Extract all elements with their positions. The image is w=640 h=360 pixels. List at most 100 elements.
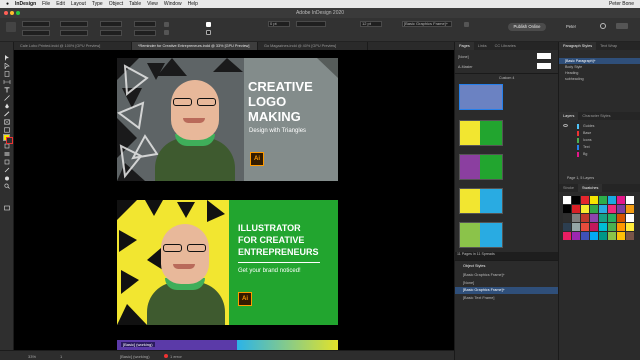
color-swatch[interactable] xyxy=(626,196,634,204)
color-swatch[interactable] xyxy=(563,196,571,204)
menu-object[interactable]: Object xyxy=(109,1,123,7)
none-master-label[interactable]: [None] xyxy=(458,55,469,59)
color-swatch[interactable] xyxy=(617,196,625,204)
color-swatch[interactable] xyxy=(617,205,625,213)
type-tool-icon[interactable] xyxy=(3,80,11,93)
zoom-level[interactable]: 33% xyxy=(28,354,36,359)
tab-character-styles[interactable]: Character Styles xyxy=(578,112,614,120)
menu-type[interactable]: Type xyxy=(92,1,103,7)
color-swatch[interactable] xyxy=(599,205,607,213)
apple-menu-icon[interactable]: ● xyxy=(6,1,9,7)
menu-file[interactable]: File xyxy=(42,1,50,7)
color-swatch[interactable] xyxy=(581,214,589,222)
color-swatch[interactable] xyxy=(617,214,625,222)
zoom-window-button[interactable] xyxy=(16,11,20,15)
color-swatch[interactable] xyxy=(626,232,634,240)
color-swatch[interactable] xyxy=(599,214,607,222)
menu-help[interactable]: Help xyxy=(188,1,198,7)
publish-online-button[interactable]: Publish Online xyxy=(508,23,546,31)
color-swatch[interactable] xyxy=(581,223,589,231)
layer-bg[interactable]: Bg xyxy=(583,152,587,156)
gradient-tool-icon[interactable] xyxy=(3,144,11,156)
tab-stroke[interactable]: Stroke xyxy=(559,184,578,192)
a-master-label[interactable]: A-Master xyxy=(458,65,473,69)
color-swatch[interactable] xyxy=(581,196,589,204)
tab-text-wrap[interactable]: Text Wrap xyxy=(596,42,621,50)
color-swatch[interactable] xyxy=(608,205,616,213)
stroke-color-swatch[interactable] xyxy=(6,137,13,144)
menu-table[interactable]: Table xyxy=(129,1,141,7)
color-swatch[interactable] xyxy=(563,223,571,231)
y-position-field[interactable] xyxy=(22,30,50,36)
paragraph-style-subheading[interactable]: subheading xyxy=(565,77,584,81)
color-swatch[interactable] xyxy=(590,205,598,213)
color-swatch[interactable] xyxy=(590,223,598,231)
minimize-window-button[interactable] xyxy=(10,11,14,15)
color-swatch[interactable] xyxy=(617,223,625,231)
tab-swatches[interactable]: Swatches xyxy=(577,184,603,192)
rectangle-frame-tool-icon[interactable] xyxy=(3,112,11,125)
paragraph-style-basic[interactable]: [Basic Paragraph]+ xyxy=(565,59,596,63)
color-swatch[interactable] xyxy=(626,205,634,213)
color-swatch[interactable] xyxy=(626,223,634,231)
stroke-weight-field[interactable]: 0 pt xyxy=(268,21,290,27)
color-swatch[interactable] xyxy=(563,214,571,222)
paragraph-style-heading[interactable]: Heading xyxy=(565,71,578,75)
page-thumb-1[interactable] xyxy=(459,84,503,110)
workspace-menu-icon[interactable] xyxy=(616,23,628,29)
paragraph-style-body[interactable]: Body Style xyxy=(565,65,582,69)
page-tool-icon[interactable] xyxy=(3,64,11,77)
x-position-field[interactable] xyxy=(22,21,50,27)
color-swatch[interactable] xyxy=(626,214,634,222)
none-master-thumb[interactable] xyxy=(537,53,551,59)
color-swatch[interactable] xyxy=(590,196,598,204)
page-thumb-2[interactable] xyxy=(459,120,503,146)
color-swatch[interactable] xyxy=(617,232,625,240)
object-style-basic-graphics[interactable]: [Basic Graphics Frame]+ xyxy=(463,288,505,292)
rotation-field[interactable] xyxy=(134,21,156,27)
eye-icon[interactable] xyxy=(563,124,568,127)
width-field[interactable] xyxy=(60,21,88,27)
spread-illustrator-creative-entrepreneurs[interactable]: ILLUSTRATOR FOR CREATIVE ENTREPRENEURS G… xyxy=(117,200,338,325)
a-master-thumb[interactable] xyxy=(537,63,551,69)
scale-y-field[interactable] xyxy=(100,30,122,36)
color-swatch[interactable] xyxy=(581,205,589,213)
height-field[interactable] xyxy=(60,30,88,36)
selection-tool-icon[interactable] xyxy=(3,48,11,61)
scale-x-field[interactable] xyxy=(100,21,122,27)
user-menu[interactable]: Peter xyxy=(566,24,576,29)
direct-selection-tool-icon[interactable] xyxy=(3,56,11,71)
zoom-tool-icon[interactable] xyxy=(3,176,11,189)
layer-guides[interactable]: Guides xyxy=(583,124,594,128)
pencil-tool-icon[interactable] xyxy=(3,104,11,117)
spread-creative-logo-making[interactable]: CREATIVE LOGO MAKING Design with Triangl… xyxy=(117,58,338,181)
color-swatch[interactable] xyxy=(599,223,607,231)
page-thumb-5[interactable] xyxy=(459,222,503,248)
tab-pages[interactable]: Pages xyxy=(455,42,474,50)
corner-size-field[interactable]: 12 pt xyxy=(360,21,382,27)
hand-tool-icon[interactable] xyxy=(3,168,11,181)
menu-window[interactable]: Window xyxy=(164,1,182,7)
color-swatch[interactable] xyxy=(572,196,580,204)
tab-cc-libraries[interactable]: CC Libraries xyxy=(491,42,520,50)
auto-fit-checkbox[interactable] xyxy=(464,22,469,27)
close-window-button[interactable] xyxy=(4,11,8,15)
menu-view[interactable]: View xyxy=(147,1,158,7)
eyedropper-tool-icon[interactable] xyxy=(3,160,11,173)
tab-doc-2[interactable]: *Reminder for Creative Entrepreneurs.ind… xyxy=(132,42,258,50)
pen-tool-icon[interactable] xyxy=(3,96,11,109)
preflight-profile[interactable]: [Basic] (working) xyxy=(120,354,150,359)
tab-doc-1[interactable]: Cale Lobo Printed.indd @ 100% [GPU Previ… xyxy=(14,42,132,50)
object-style-none[interactable]: [None] xyxy=(463,281,474,285)
color-swatch[interactable] xyxy=(608,223,616,231)
tab-doc-3[interactable]: Go Magazines.indd @ 40% [GPU Preview] xyxy=(258,42,368,50)
search-icon[interactable] xyxy=(600,23,606,29)
preflight-status[interactable]: 1 error xyxy=(170,354,182,359)
flip-vertical-icon[interactable] xyxy=(164,30,169,35)
page-number[interactable]: 1 xyxy=(60,354,62,359)
color-swatch[interactable] xyxy=(608,232,616,240)
layer-icons[interactable]: Icons xyxy=(583,138,592,142)
color-swatch[interactable] xyxy=(590,214,598,222)
color-swatch[interactable] xyxy=(572,214,580,222)
menu-layout[interactable]: Layout xyxy=(71,1,86,7)
